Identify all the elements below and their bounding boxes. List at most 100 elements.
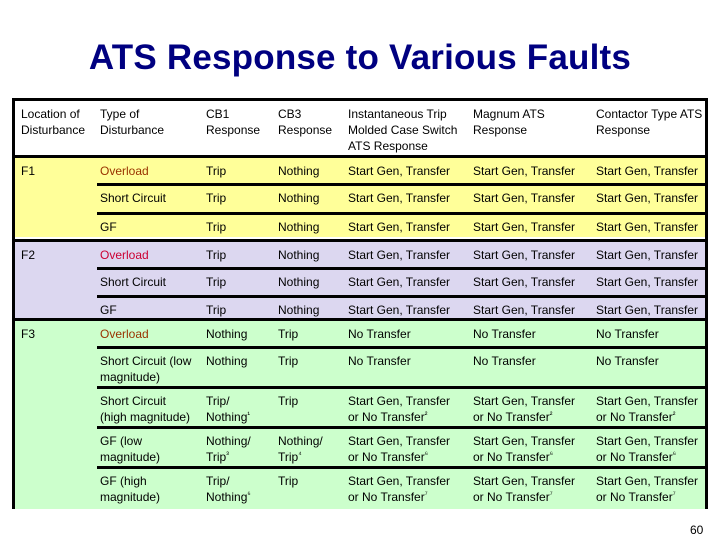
cell-contactor: No Transfer xyxy=(596,353,659,369)
cell-cb3: Nothing xyxy=(278,219,319,235)
cell-line: Trip xyxy=(278,327,299,341)
cell-line: Start Gen, Transfer xyxy=(596,303,699,317)
cell-type: Short Circuit (low magnitude) xyxy=(100,353,191,385)
cell-line: Response xyxy=(473,123,528,137)
cell-line: magnitude) xyxy=(100,370,161,384)
cell-line: Trip xyxy=(206,164,227,178)
table-row: GF (low magnitude) Nothing/Trip³ Nothing/Tr… xyxy=(15,429,705,468)
cell-line: Start Gen, Transfer xyxy=(348,303,451,317)
cell-line: Start Gen, Transfer xyxy=(473,191,576,205)
cell-contactor: Start Gen, Transfer xyxy=(596,190,698,206)
cell-type: Short Circuit xyxy=(100,274,166,290)
cell-line: Nothing/ xyxy=(206,434,251,448)
cell-line: Start Gen, Transfer xyxy=(348,191,451,205)
cell-line: or No Transfer² xyxy=(348,410,428,424)
cell-line: Start Gen, Transfer xyxy=(348,394,451,408)
cell-magnum: Start Gen, Transfer or No Transfer² xyxy=(473,393,575,425)
header-magnum: Magnum ATS Response xyxy=(473,106,545,138)
cell-line: or No Transfer⁶ xyxy=(473,450,553,464)
cell-cb1: Nothing xyxy=(206,326,247,342)
cell-line: Nothing xyxy=(278,303,320,317)
cell-magnum: Start Gen, Transfer xyxy=(473,163,575,179)
table-row: Overload Nothing Trip No Transfer No Transfe… xyxy=(15,321,705,348)
cell-magnum: Start Gen, Transfer xyxy=(473,247,575,263)
cell-magnum: Start Gen, Transfer xyxy=(473,302,575,318)
cell-inst: Start Gen, Transfer xyxy=(348,247,450,263)
cell-magnum: No Transfer xyxy=(473,353,536,369)
cell-line: No Transfer xyxy=(596,327,659,341)
cell-line: No Transfer xyxy=(348,354,411,368)
cell-line: Start Gen, Transfer xyxy=(348,164,451,178)
cell-line: Nothing xyxy=(206,327,248,341)
cell-contactor: Start Gen, Transfer xyxy=(596,274,698,290)
cell-line: Location of xyxy=(21,107,80,121)
cell-line: magnitude) xyxy=(100,450,161,464)
table-row: GF (high magnitude) Trip/Nothing⁶ Trip Start… xyxy=(15,469,705,512)
cell-line: magnitude) xyxy=(100,490,161,504)
cell-line: GF (low xyxy=(100,434,142,448)
cell-line: Trip xyxy=(206,220,227,234)
cell-inst: Start Gen, Transfer or No Transfer² xyxy=(348,393,450,425)
cell-line: Start Gen, Transfer xyxy=(473,394,576,408)
cell-line: ATS Response xyxy=(348,139,428,153)
cell-contactor: Start Gen, Transfer or No Transfer⁶ xyxy=(596,433,698,465)
cell-line: GF xyxy=(100,220,117,234)
cell-line: Response xyxy=(278,123,333,137)
cell-type: GF xyxy=(100,302,117,318)
cell-cb3: Trip xyxy=(278,473,298,489)
cell-contactor: Start Gen, Transfer xyxy=(596,247,698,263)
cell-line: Trip⁴ xyxy=(278,450,302,464)
cell-line: Start Gen, Transfer xyxy=(348,220,451,234)
cell-inst: No Transfer xyxy=(348,353,411,369)
cell-line: Disturbance xyxy=(100,123,165,137)
cell-line: Nothing xyxy=(278,220,320,234)
table-row: Short Circuit Trip Nothing Start Gen, Trans… xyxy=(15,270,705,297)
cell-magnum: Start Gen, Transfer xyxy=(473,274,575,290)
cell-inst: No Transfer xyxy=(348,326,411,342)
cell-line: Trip xyxy=(206,275,227,289)
table-row: Short Circuit Trip Nothing Start Gen, Trans… xyxy=(15,186,705,214)
cell-line: Trip/ xyxy=(206,474,230,488)
table-row: Overload Trip Nothing Start Gen, Transfer St… xyxy=(15,242,705,269)
group-f2: F2 Overload Trip Nothing Start Gen, Transfer… xyxy=(15,239,705,321)
cell-line: Overload xyxy=(100,164,149,178)
cell-line: No Transfer xyxy=(596,354,659,368)
cell-cb1: Trip xyxy=(206,219,226,235)
table-row: Short Circuit (low magnitude) Nothing Trip N… xyxy=(15,349,705,388)
header-cb1: CB1 Response xyxy=(206,106,260,138)
cell-cb3: Nothing xyxy=(278,274,319,290)
cell-inst: Start Gen, Transfer xyxy=(348,219,450,235)
cell-line: or No Transfer² xyxy=(596,410,676,424)
cell-line: Trip xyxy=(278,474,299,488)
cell-line: Nothing¹ xyxy=(206,410,251,424)
cell-line: Short Circuit xyxy=(100,191,167,205)
header-inst: Instantaneous Trip Molded Case Switch ATS … xyxy=(348,106,457,154)
cell-line: Response xyxy=(206,123,261,137)
cell-line: or No Transfer⁶ xyxy=(348,450,428,464)
cell-line: Start Gen, Transfer xyxy=(596,474,699,488)
cell-line: Start Gen, Transfer xyxy=(596,248,699,262)
cell-cb3: Nothing xyxy=(278,247,319,263)
cell-line: GF (high xyxy=(100,474,147,488)
cell-line: Type of xyxy=(100,107,140,121)
cell-line: Start Gen, Transfer xyxy=(596,394,699,408)
cell-line: Overload xyxy=(100,248,149,262)
cell-line: Start Gen, Transfer xyxy=(348,248,451,262)
cell-cb3: Trip xyxy=(278,353,298,369)
cell-line: Overload xyxy=(100,327,149,341)
cell-line: GF xyxy=(100,303,117,317)
cell-contactor: Start Gen, Transfer or No Transfer⁷ xyxy=(596,473,698,505)
cell-line: or No Transfer⁷ xyxy=(596,490,676,504)
cell-cb1: Trip xyxy=(206,302,226,318)
cell-line: No Transfer xyxy=(473,327,536,341)
cell-line: Start Gen, Transfer xyxy=(596,220,699,234)
cell-line: Contactor Type ATS xyxy=(596,107,703,121)
cell-line: Trip xyxy=(206,248,227,262)
cell-line: or No Transfer² xyxy=(473,410,553,424)
cell-magnum: Start Gen, Transfer or No Transfer⁶ xyxy=(473,433,575,465)
cell-type: Overload xyxy=(100,326,149,342)
cell-cb1: Nothing/Trip³ xyxy=(206,433,251,465)
cell-inst: Start Gen, Transfer xyxy=(348,302,450,318)
cell-line: or No Transfer⁷ xyxy=(348,490,428,504)
table-row: Overload Trip Nothing Start Gen, Transfer St… xyxy=(15,158,705,185)
